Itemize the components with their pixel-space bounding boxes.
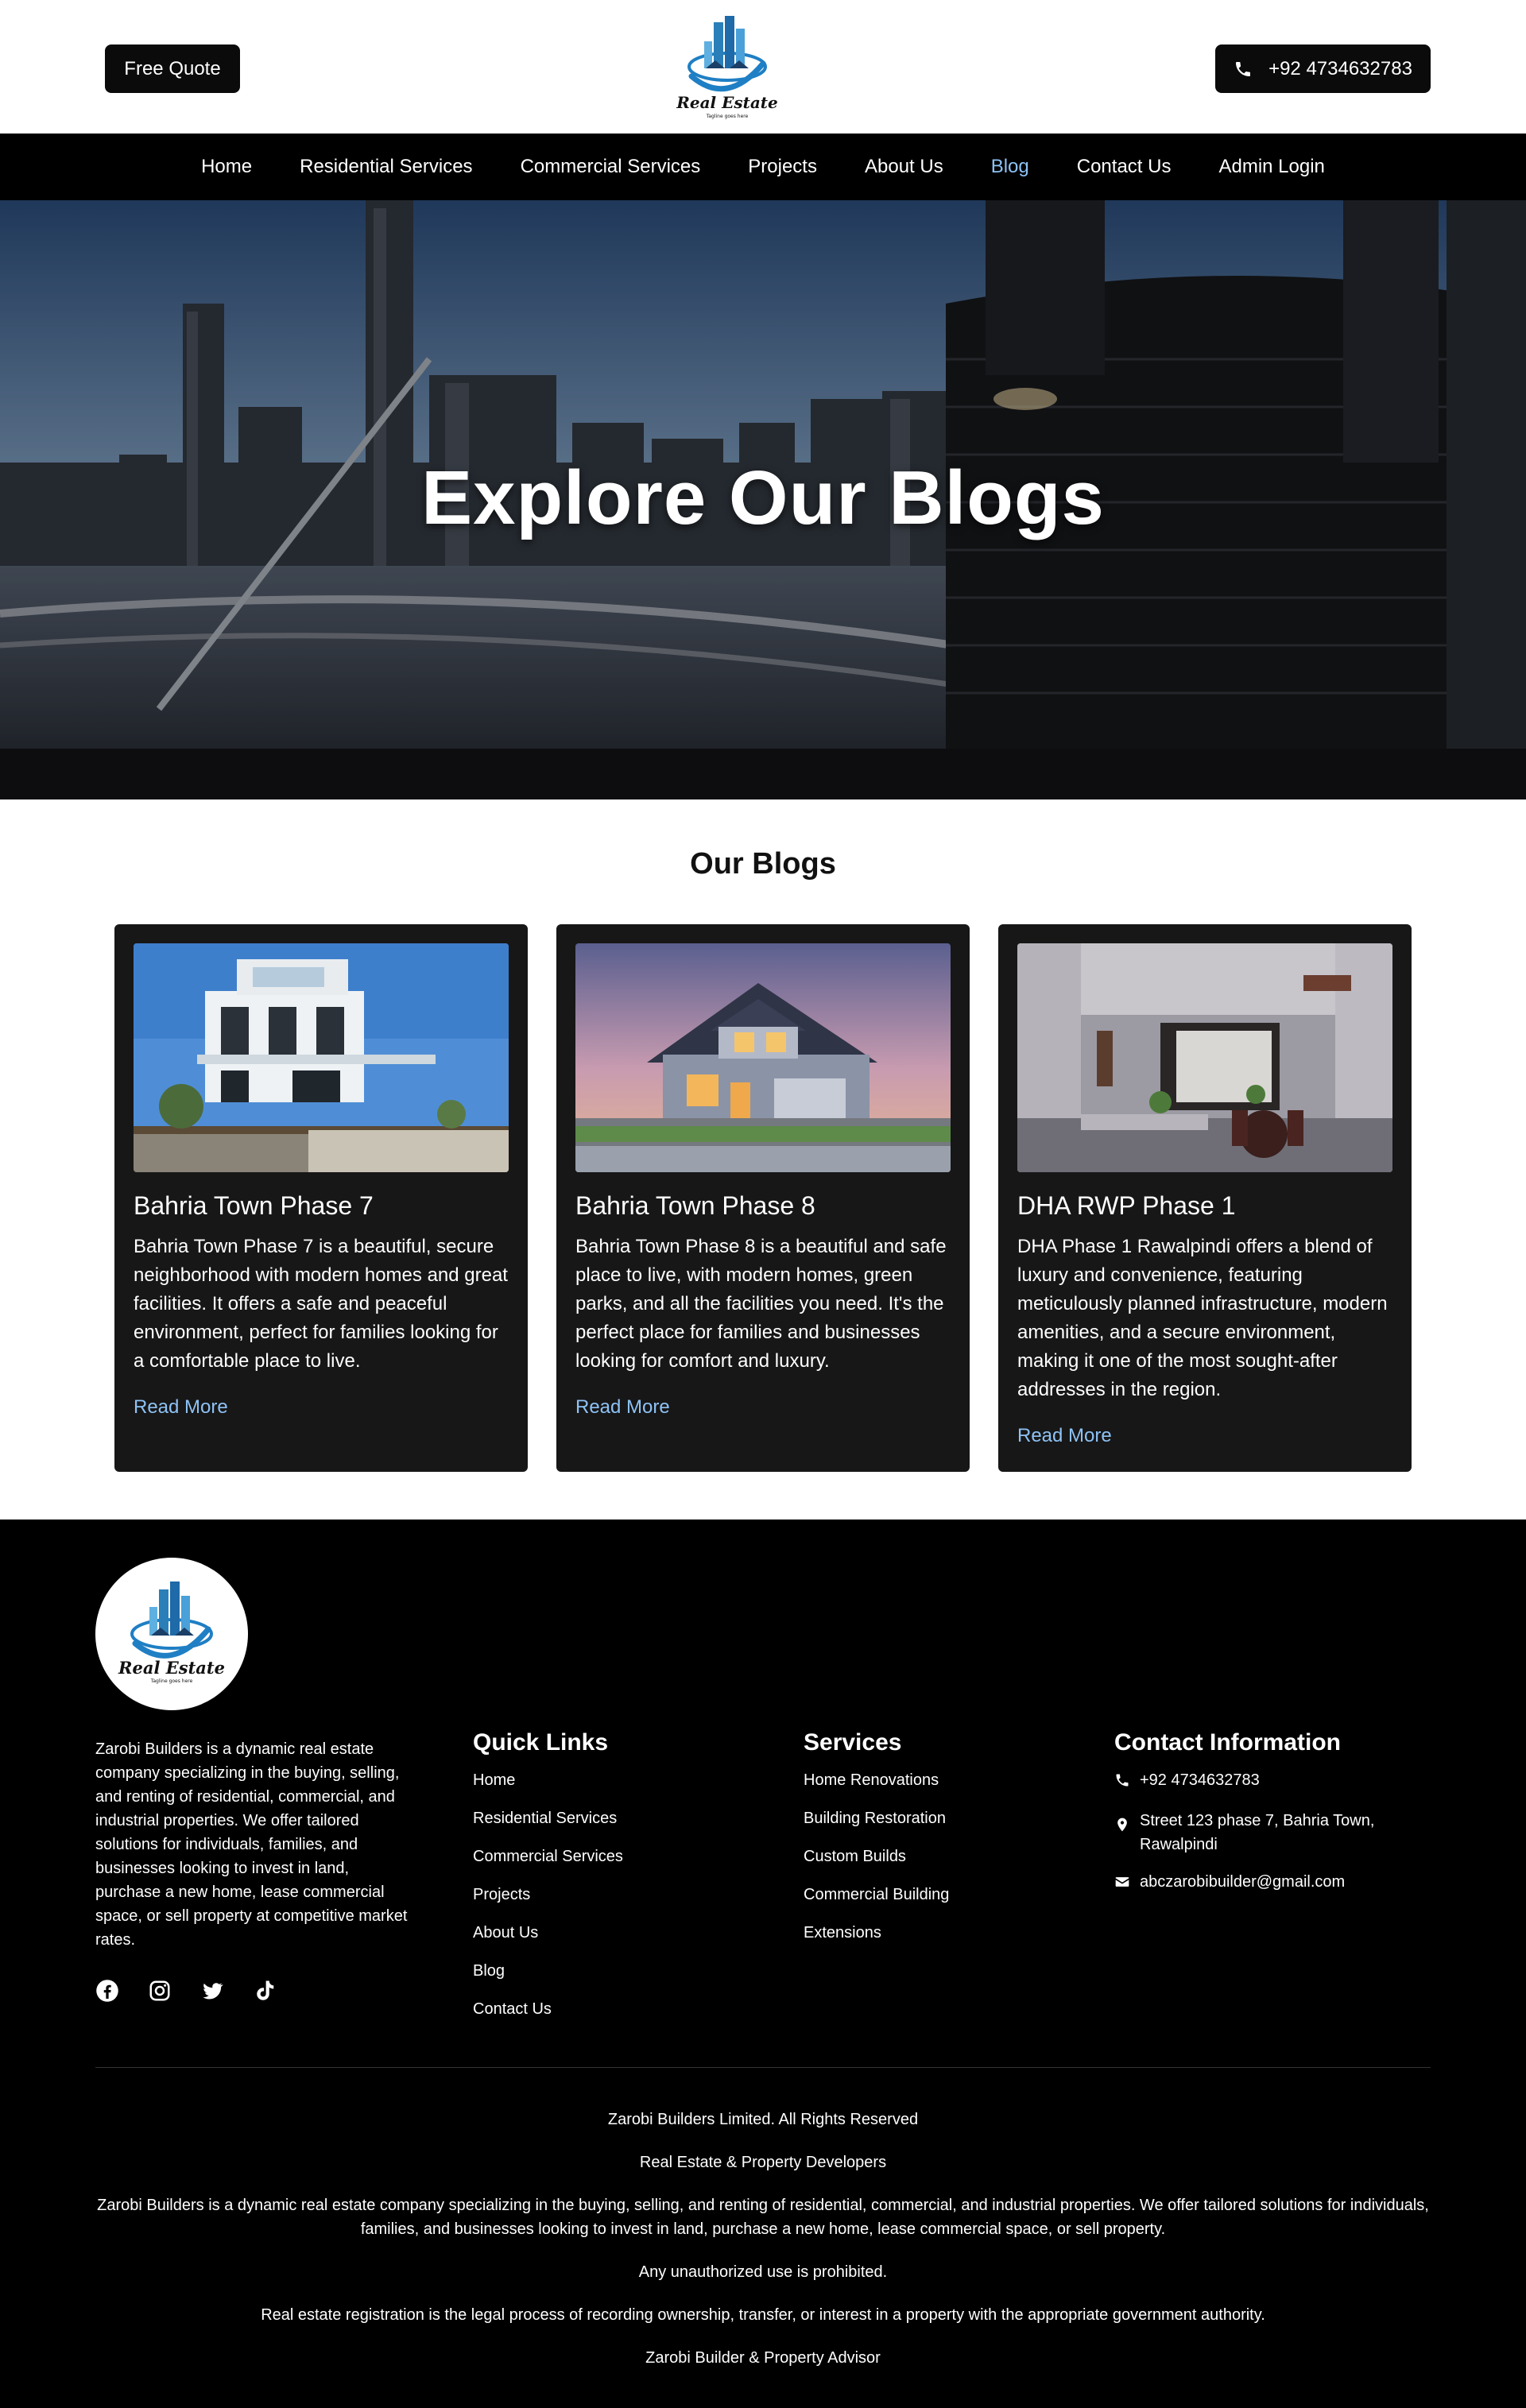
footer-link-blog[interactable]: Blog	[473, 1961, 623, 2000]
nav-item-projects[interactable]: Projects	[748, 156, 817, 178]
envelope-icon	[1115, 1877, 1129, 1887]
contact-title: Contact Information	[1114, 1729, 1341, 1756]
hero-banner: Explore Our Blogs	[0, 200, 1526, 799]
blog-title[interactable]: Bahria Town Phase 8	[575, 1191, 815, 1221]
footer-advisor-text: Zarobi Builder & Property Advisor	[645, 2349, 881, 2367]
instagram-icon[interactable]	[148, 1979, 172, 2003]
blog-card-bahria-phase-7[interactable]: Bahria Town Phase 7 Bahria Town Phase 7 …	[114, 924, 528, 1472]
service-link-custom-builds[interactable]: Custom Builds	[804, 1847, 949, 1885]
svg-text:Real Estate: Real Estate	[676, 93, 778, 112]
phone-icon	[1236, 61, 1251, 76]
contact-address: Street 123 phase 7, Bahria Town, Rawalpi…	[1114, 1809, 1432, 1872]
services-title: Services	[804, 1729, 902, 1756]
nav-item-residential-services[interactable]: Residential Services	[300, 156, 472, 178]
footer-tagline: Real Estate & Property Developers	[639, 2154, 887, 2171]
nav-item-about-us[interactable]: About Us	[865, 156, 943, 178]
footer-link-residential-services[interactable]: Residential Services	[473, 1809, 623, 1847]
real-estate-logo-icon: Real Estate Tagline goes here	[118, 1581, 225, 1684]
blog-image-patio[interactable]	[1017, 943, 1392, 1172]
blog-title[interactable]: DHA RWP Phase 1	[1017, 1191, 1236, 1221]
svg-text:Tagline goes here: Tagline goes here	[150, 1678, 193, 1684]
footer-legal: Zarobi Builders Limited. All Rights Rese…	[95, 2108, 1431, 2389]
brand-logo[interactable]: Real Estate Tagline goes here	[674, 11, 780, 122]
footer-link-about-us[interactable]: About Us	[473, 1923, 623, 1961]
nav-item-blog[interactable]: Blog	[991, 156, 1029, 178]
contact-column: Contact Information +92 4734632783 Stree…	[1114, 1729, 1432, 1911]
suburban-house-image	[575, 943, 951, 1172]
blogs-heading-bold: Blogs	[752, 847, 836, 881]
svg-text:Real Estate: Real Estate	[118, 1658, 225, 1678]
footer-about-text: Zarobi Builders is a dynamic real estate…	[95, 1740, 408, 1949]
site-footer: Real Estate Tagline goes here Zarobi Bui…	[0, 1520, 1526, 2408]
contact-phone[interactable]: +92 4734632783	[1114, 1771, 1432, 1809]
main-nav: Home Residential Services Commercial Ser…	[0, 134, 1526, 200]
read-more-link[interactable]: Read More	[1017, 1425, 1112, 1447]
facebook-icon[interactable]	[95, 1979, 119, 2003]
tiktok-icon[interactable]	[253, 1979, 277, 2003]
footer-unauthorized-notice: Any unauthorized use is prohibited.	[638, 2263, 888, 2281]
service-link-commercial-building[interactable]: Commercial Building	[804, 1885, 949, 1923]
footer-divider	[95, 2067, 1431, 2068]
service-link-extensions[interactable]: Extensions	[804, 1923, 949, 1961]
modern-villa-image	[134, 943, 509, 1172]
footer-company-description: Zarobi Builders is a dynamic real estate…	[97, 2197, 1429, 2238]
contact-phone-text: +92 4734632783	[1140, 1771, 1260, 1789]
contact-email[interactable]: abczarobibuilder@gmail.com	[1114, 1872, 1432, 1911]
free-quote-button[interactable]: Free Quote	[105, 45, 240, 93]
read-more-link[interactable]: Read More	[134, 1396, 228, 1419]
hero-title: Explore Our Blogs	[421, 455, 1105, 540]
blog-card-bahria-phase-8[interactable]: Bahria Town Phase 8 Bahria Town Phase 8 …	[556, 924, 970, 1472]
blog-excerpt: Bahria Town Phase 8 is a beautiful and s…	[575, 1236, 947, 1372]
service-link-building-restoration[interactable]: Building Restoration	[804, 1809, 949, 1847]
top-header: Free Quote Real Estate Tagline goes here…	[0, 0, 1526, 134]
contact-email-text: abczarobibuilder@gmail.com	[1140, 1873, 1346, 1891]
real-estate-logo-icon: Real Estate Tagline goes here	[676, 16, 778, 119]
nav-item-admin-login[interactable]: Admin Login	[1218, 156, 1324, 178]
footer-link-projects[interactable]: Projects	[473, 1885, 623, 1923]
nav-item-home[interactable]: Home	[201, 156, 252, 178]
footer-link-contact-us[interactable]: Contact Us	[473, 2000, 623, 2038]
phone-number: +92 4734632783	[1268, 57, 1412, 79]
svg-text:Tagline goes here: Tagline goes here	[706, 114, 749, 119]
blog-title[interactable]: Bahria Town Phase 7	[134, 1191, 374, 1221]
location-pin-icon	[1117, 1818, 1127, 1832]
phone-button[interactable]: +92 4734632783	[1215, 45, 1431, 93]
phone-icon	[1116, 1774, 1129, 1787]
blog-excerpt: Bahria Town Phase 7 is a beautiful, secu…	[134, 1236, 508, 1372]
blogs-section-heading: Our Blogs	[0, 847, 1526, 881]
courtyard-patio-image	[1017, 943, 1392, 1172]
contact-address-text: Street 123 phase 7, Bahria Town, Rawalpi…	[1140, 1812, 1375, 1853]
nav-item-contact-us[interactable]: Contact Us	[1077, 156, 1172, 178]
blog-excerpt: DHA Phase 1 Rawalpindi offers a blend of…	[1017, 1236, 1388, 1400]
footer-link-home[interactable]: Home	[473, 1771, 623, 1809]
copyright-text: Zarobi Builders Limited. All Rights Rese…	[607, 2111, 919, 2128]
footer-registration-note: Real estate registration is the legal pr…	[261, 2306, 1265, 2324]
footer-logo[interactable]: Real Estate Tagline goes here	[95, 1558, 248, 1710]
service-link-home-renovations[interactable]: Home Renovations	[804, 1771, 949, 1809]
social-links	[95, 1979, 277, 2003]
footer-link-commercial-services[interactable]: Commercial Services	[473, 1847, 623, 1885]
blogs-heading-prefix: Our	[690, 847, 744, 881]
blog-image-house[interactable]	[575, 943, 951, 1172]
twitter-icon[interactable]	[200, 1979, 224, 2003]
blog-image-villa[interactable]	[134, 943, 509, 1172]
nav-item-commercial-services[interactable]: Commercial Services	[521, 156, 701, 178]
services-column: Services Home Renovations Building Resto…	[804, 1729, 949, 1961]
read-more-link[interactable]: Read More	[575, 1396, 670, 1419]
quick-links-column: Quick Links Home Residential Services Co…	[473, 1729, 623, 2038]
quick-links-title: Quick Links	[473, 1729, 609, 1756]
blog-card-dha-rwp-phase-1[interactable]: DHA RWP Phase 1 DHA Phase 1 Rawalpindi o…	[998, 924, 1412, 1472]
